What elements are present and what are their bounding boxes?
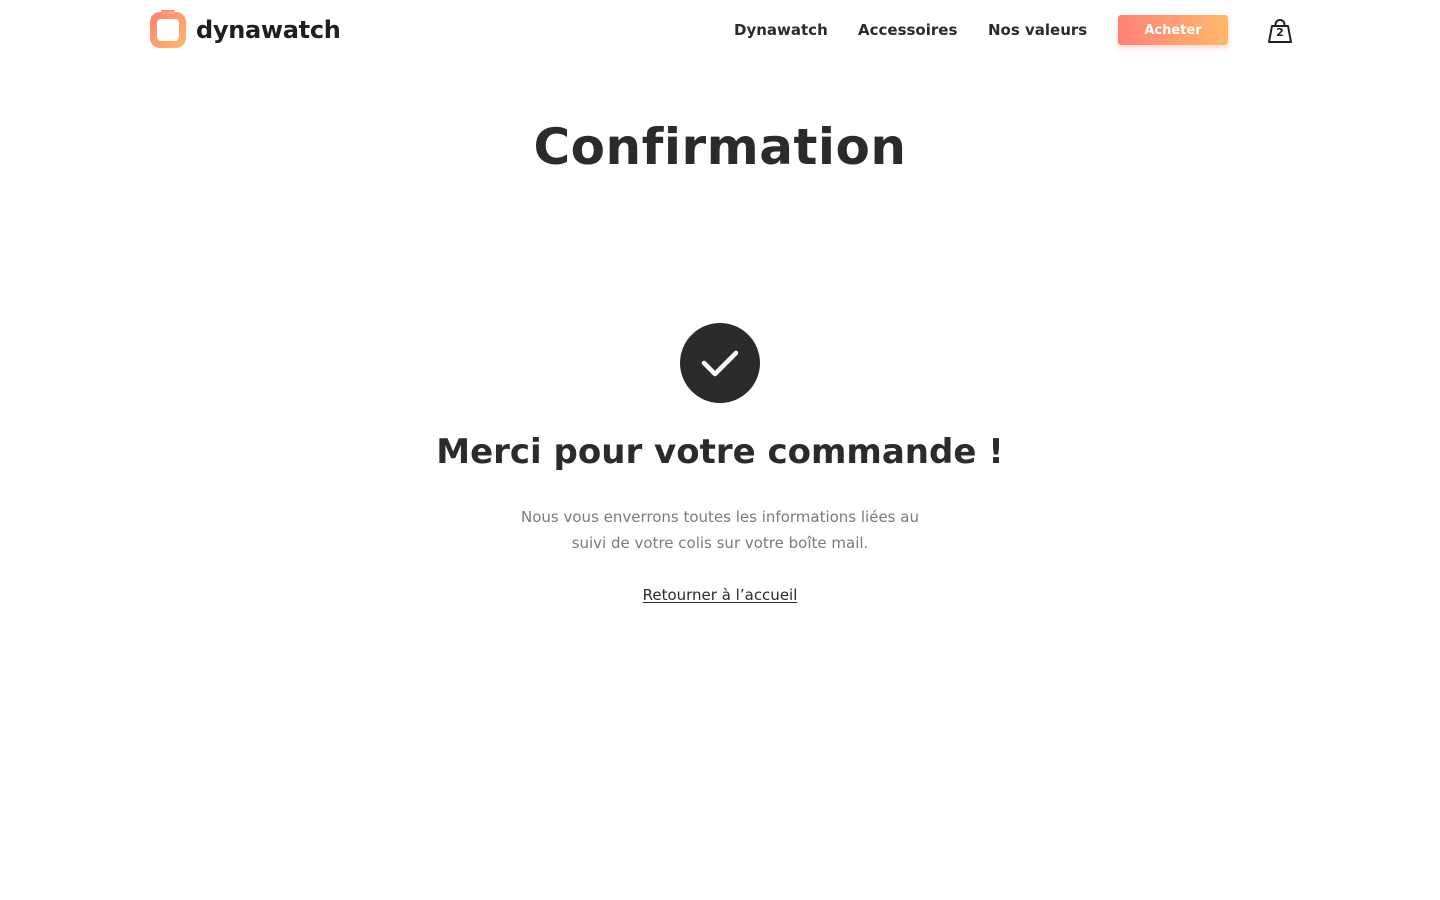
cart-button[interactable]: 2 bbox=[1267, 18, 1293, 44]
buy-button[interactable]: Acheter bbox=[1118, 15, 1228, 45]
nav-link-nos-valeurs[interactable]: Nos valeurs bbox=[988, 14, 1087, 46]
logo-link[interactable]: dynawatch bbox=[148, 10, 341, 50]
message-line-2: suivi de votre colis sur votre boîte mai… bbox=[571, 534, 869, 552]
nav-link-dynawatch[interactable]: Dynawatch bbox=[734, 14, 828, 46]
thanks-heading: Merci pour votre commande ! bbox=[436, 432, 1004, 472]
shipping-info-message: Nous vous enverrons toutes les informati… bbox=[500, 504, 940, 556]
return-home-link[interactable]: Retourner à l’accueil bbox=[643, 586, 798, 604]
brand-name: dynawatch bbox=[196, 16, 341, 44]
success-badge bbox=[680, 323, 760, 403]
message-line-1: Nous vous enverrons toutes les informati… bbox=[521, 508, 919, 526]
page-title: Confirmation bbox=[533, 118, 907, 176]
check-icon bbox=[701, 350, 739, 377]
nav-link-accessoires[interactable]: Accessoires bbox=[858, 14, 957, 46]
home-link-wrapper: Retourner à l’accueil bbox=[0, 585, 1440, 605]
dynawatch-logo-icon bbox=[150, 10, 186, 48]
cart-count-badge: 2 bbox=[1276, 26, 1284, 39]
site-header: dynawatch Dynawatch Accessoires Nos vale… bbox=[0, 0, 1440, 60]
